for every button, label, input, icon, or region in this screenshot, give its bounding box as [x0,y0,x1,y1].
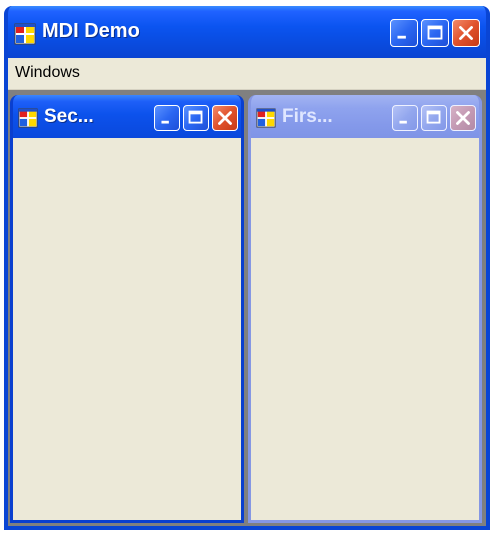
maximize-icon [426,110,441,124]
mdi-client-area: Sec... Firs... [8,90,486,526]
window-title: MDI Demo [42,20,140,42]
main-titlebar[interactable]: MDI Demo [8,6,486,58]
child-controls-second [154,105,238,131]
menu-bar: Windows [8,58,486,90]
minimize-icon [399,120,407,124]
child-controls-first [392,105,476,131]
child-titlebar-second[interactable]: Sec... [13,95,241,138]
close-icon [218,111,232,125]
close-button[interactable] [452,19,480,47]
minimize-button[interactable] [390,19,418,47]
mdi-child-window-second[interactable]: Sec... [10,95,244,523]
close-icon [456,111,470,125]
child-minimize-button[interactable] [392,105,418,131]
child-client-area-first[interactable] [251,138,479,520]
mdi-child-icon[interactable] [18,108,38,128]
window-controls [390,19,480,47]
child-minimize-button[interactable] [154,105,180,131]
child-maximize-button[interactable] [183,105,209,131]
child-titlebar-first[interactable]: Firs... [251,95,479,138]
child-close-button[interactable] [450,105,476,131]
mdi-child-window-first[interactable]: Firs... [248,95,482,523]
mdi-demo-window: MDI Demo Windows Sec... Firs... [4,6,490,530]
child-maximize-button[interactable] [421,105,447,131]
minimize-icon [161,120,169,124]
maximize-icon [188,110,203,124]
mdi-app-icon[interactable] [14,23,36,45]
child-title-first: Firs... [282,106,333,127]
menu-item-windows[interactable]: Windows [15,64,80,82]
minimize-icon [397,35,406,39]
maximize-icon [427,25,443,40]
close-icon [459,26,473,40]
maximize-button[interactable] [421,19,449,47]
child-title-second: Sec... [44,106,94,127]
child-client-area-second[interactable] [13,138,241,520]
child-close-button[interactable] [212,105,238,131]
mdi-child-icon[interactable] [256,108,276,128]
